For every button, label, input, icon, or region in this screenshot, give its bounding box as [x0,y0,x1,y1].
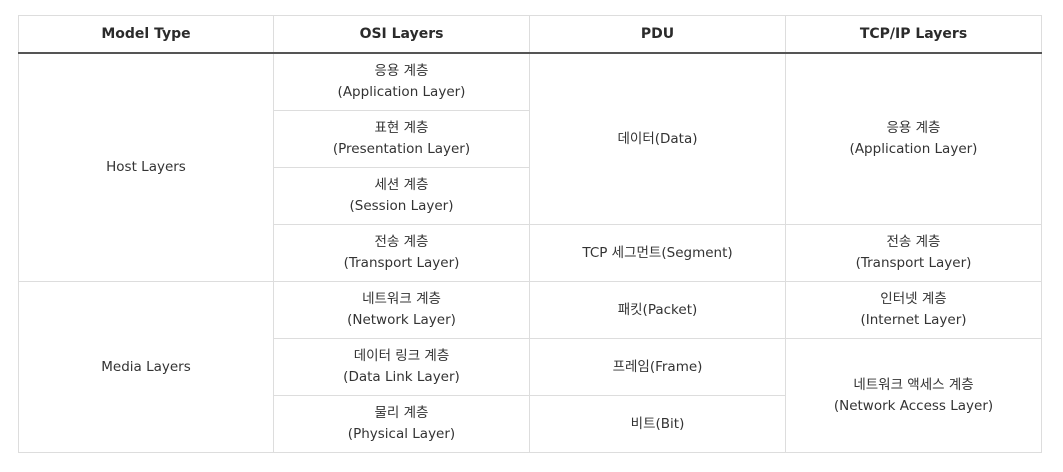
osi-layer-english: (Transport Layer) [343,255,460,271]
osi-layer-korean: 네트워크 계층 [362,291,441,307]
osi-data-link-cell: 데이터 링크 계층 (Data Link Layer) [273,338,530,396]
osi-layer-english: (Presentation Layer) [332,141,471,157]
tcpip-layer-english: (Network Access Layer) [833,397,994,414]
header-osi-layers: OSI Layers [273,15,530,54]
table-row: Host Layers 응용 계층 (Application Layer) 데이… [18,52,1042,282]
tcpip-layer-korean: 인터넷 계층 [880,291,947,307]
tcpip-internet-cell: 인터넷 계층 (Internet Layer) [785,281,1042,339]
osi-layer-korean: 표현 계층 [374,120,429,136]
network-layers-table: Model Type OSI Layers PDU TCP/IP Layers … [18,15,1042,453]
pdu-segment-cell: TCP 세그먼트(Segment) [529,224,786,282]
tcpip-layer-korean: 네트워크 액세스 계층 [853,376,974,393]
osi-layer-english: (Data Link Layer) [343,369,460,385]
tcpip-layer-english: (Application Layer) [849,141,978,157]
pdu-bit-cell: 비트(Bit) [529,395,786,453]
osi-layer-korean: 전송 계층 [374,234,429,250]
osi-layer-english: (Application Layer) [337,84,466,100]
pdu-packet-cell: 패킷(Packet) [529,281,786,339]
header-pdu: PDU [529,15,786,54]
osi-layer-english: (Session Layer) [349,198,454,214]
osi-layer-english: (Physical Layer) [347,426,456,442]
osi-application-cell: 응용 계층 (Application Layer) [273,52,530,111]
table-row: Media Layers 네트워크 계층 (Network Layer) 패킷(… [18,281,1042,453]
pdu-data-cell: 데이터(Data) [529,52,786,225]
tcpip-layer-korean: 전송 계층 [886,234,941,250]
osi-layer-english: (Network Layer) [347,312,456,328]
osi-physical-cell: 물리 계층 (Physical Layer) [273,395,530,453]
osi-layer-korean: 세션 계층 [374,177,429,193]
tcpip-transport-cell: 전송 계층 (Transport Layer) [785,224,1042,282]
header-tcpip-layers: TCP/IP Layers [785,15,1042,54]
model-type-host: Host Layers [18,52,274,282]
tcpip-layer-english: (Transport Layer) [855,255,972,271]
osi-session-cell: 세션 계층 (Session Layer) [273,167,530,225]
tcpip-layer-korean: 응용 계층 [886,120,941,136]
tcpip-network-access-cell: 네트워크 액세스 계층 (Network Access Layer) [785,338,1042,453]
header-model-type: Model Type [18,15,274,54]
tcpip-layer-english: (Internet Layer) [860,312,967,328]
osi-transport-cell: 전송 계층 (Transport Layer) [273,224,530,282]
pdu-frame-cell: 프레임(Frame) [529,338,786,396]
osi-layer-korean: 물리 계층 [374,405,429,421]
osi-network-cell: 네트워크 계층 (Network Layer) [273,281,530,339]
osi-presentation-cell: 표현 계층 (Presentation Layer) [273,110,530,168]
header-row: Model Type OSI Layers PDU TCP/IP Layers [18,15,1042,54]
model-type-media: Media Layers [18,281,274,453]
osi-layer-korean: 응용 계층 [374,63,429,79]
tcpip-application-cell: 응용 계층 (Application Layer) [785,52,1042,225]
layers-table-container: Model Type OSI Layers PDU TCP/IP Layers … [18,15,1042,453]
osi-layer-korean: 데이터 링크 계층 [353,348,450,364]
